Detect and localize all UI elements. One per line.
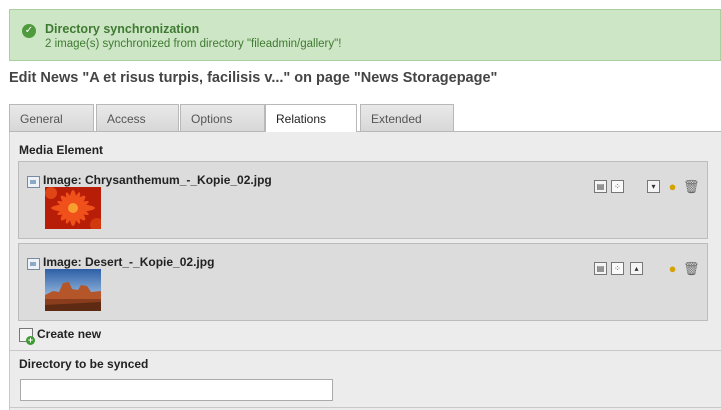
tab-options[interactable]: Options xyxy=(180,104,265,131)
image-file-icon xyxy=(27,176,40,188)
media-record: Image: Chrysanthemum_-_Kopie_02.jpg ▤ ⁘ … xyxy=(18,161,708,239)
move-down-icon[interactable]: ▾ xyxy=(647,180,660,193)
create-new-label[interactable]: Create new xyxy=(37,327,101,341)
image-thumbnail[interactable] xyxy=(45,269,101,311)
new-record-after-icon[interactable]: ▤ xyxy=(594,262,607,275)
check-icon: ✓ xyxy=(22,24,36,38)
tab-general[interactable]: General xyxy=(9,104,94,131)
hide-toggle-icon[interactable]: ● xyxy=(667,262,678,276)
section-divider xyxy=(9,407,721,408)
directory-label: Directory to be synced xyxy=(19,357,149,371)
media-record-title[interactable]: Image: Desert_-_Kopie_02.jpg xyxy=(43,255,214,269)
flash-title: Directory synchronization xyxy=(45,22,200,36)
media-record: Image: Desert_-_Kopie_02.jpg ▤ ⁘ ▴ ● 🗑 xyxy=(18,243,708,321)
tab-access[interactable]: Access xyxy=(96,104,179,131)
media-record-title[interactable]: Image: Chrysanthemum_-_Kopie_02.jpg xyxy=(43,173,272,187)
delete-icon[interactable]: 🗑 xyxy=(683,262,700,276)
tab-extended[interactable]: Extended xyxy=(360,104,454,131)
media-element-label: Media Element xyxy=(19,143,104,157)
delete-icon[interactable]: 🗑 xyxy=(683,180,700,194)
drag-handle-icon[interactable]: ⁘ xyxy=(611,180,624,193)
image-file-icon xyxy=(27,258,40,270)
flash-message: ✓ Directory synchronization 2 image(s) s… xyxy=(9,9,721,61)
new-record-after-icon[interactable]: ▤ xyxy=(594,180,607,193)
hide-toggle-icon[interactable]: ● xyxy=(667,180,678,194)
drag-handle-icon[interactable]: ⁘ xyxy=(611,262,624,275)
section-divider xyxy=(9,350,721,351)
flash-text: 2 image(s) synchronized from directory "… xyxy=(45,38,342,50)
page-title: Edit News "A et risus turpis, facilisis … xyxy=(9,70,498,86)
image-thumbnail[interactable] xyxy=(45,187,101,229)
tab-relations[interactable]: Relations xyxy=(265,104,357,132)
move-up-icon[interactable]: ▴ xyxy=(630,262,643,275)
directory-input[interactable] xyxy=(20,379,333,401)
new-record-icon[interactable] xyxy=(19,328,35,345)
